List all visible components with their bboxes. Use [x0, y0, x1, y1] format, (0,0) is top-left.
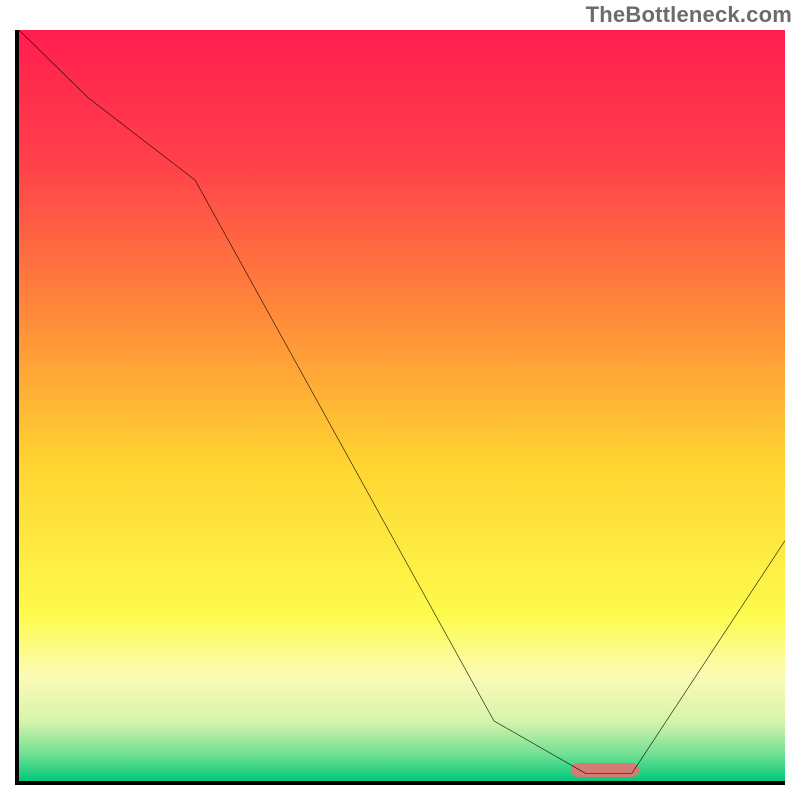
bottleneck-curve — [19, 30, 785, 781]
chart-container: TheBottleneck.com — [0, 0, 800, 800]
watermark-text: TheBottleneck.com — [586, 2, 792, 28]
plot-area — [15, 30, 785, 785]
